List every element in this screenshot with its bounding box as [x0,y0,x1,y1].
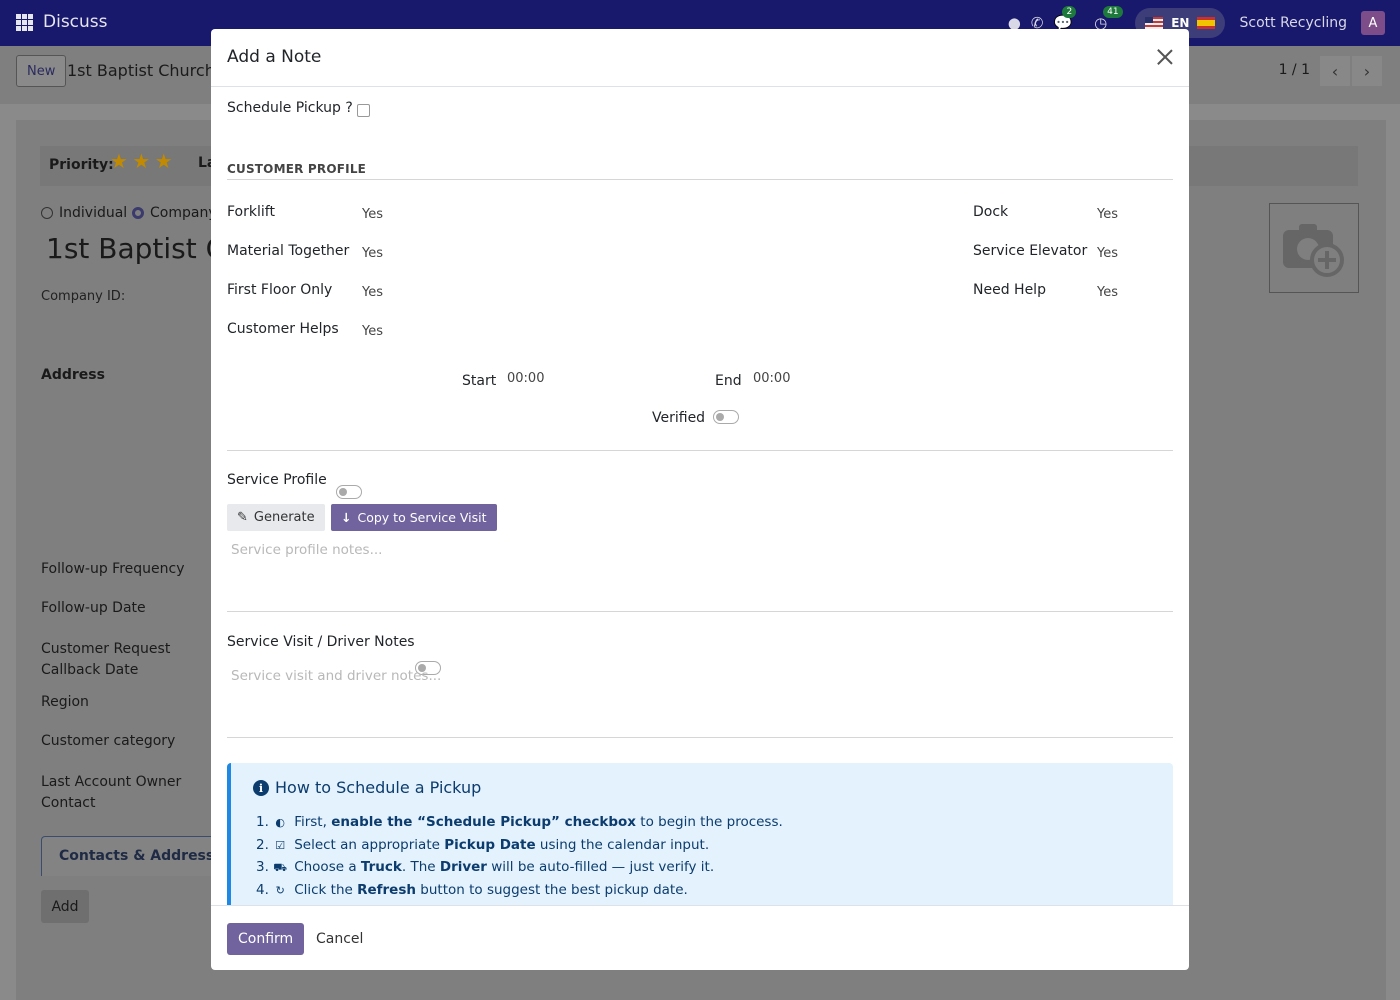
customer-helps-label: Customer Helps [227,321,339,337]
radio-icon[interactable] [41,207,53,219]
tab-contacts-addresses[interactable]: Contacts & Addresses [41,836,232,876]
field-label-customer-category: Customer category [41,733,176,749]
confirm-button[interactable]: Confirm [227,923,305,955]
info-title: How to Schedule a Pickup [275,778,482,797]
new-button[interactable]: New [16,55,67,87]
radio-individual[interactable]: Individual [41,205,127,221]
field-label-followup-date: Follow-up Date [41,600,146,616]
flag-us-icon [1145,17,1164,29]
copy-to-service-visit-button[interactable]: ↓ Copy to Service Visit [331,504,497,531]
how-to-info-box: i How to Schedule a Pickup 1. ◐ First, en… [227,763,1173,905]
need-help-value[interactable]: Yes [1097,285,1118,300]
need-help-label: Need Help [973,282,1046,298]
generate-button-label: Generate [253,510,315,525]
activity-badge: 41 [1103,6,1123,18]
star-icon[interactable]: ★ [132,149,150,173]
app-title[interactable]: Discuss [43,12,108,32]
close-icon[interactable] [1155,47,1175,67]
add-note-dialog: Add a Note Schedule Pickup ? CUSTOMER PR… [211,29,1189,970]
arrow-down-icon: ↓ [341,510,352,525]
user-avatar[interactable]: A [1361,11,1385,35]
magic-wand-icon: ✎ [237,510,248,525]
star-icon[interactable]: ★ [110,149,128,173]
radio-company[interactable]: Company [132,205,217,221]
priority-stars[interactable]: ★ ★ ★ [110,149,173,173]
section-divider [227,611,1173,612]
material-together-label: Material Together [227,243,350,259]
start-label: Start [462,373,497,389]
generate-button[interactable]: ✎ Generate [227,504,325,531]
copy-button-label: Copy to Service Visit [357,510,487,525]
verified-toggle[interactable] [713,410,739,424]
schedule-pickup-checkbox[interactable] [357,104,370,117]
schedule-pickup-label: Schedule Pickup ? [227,100,353,116]
first-floor-only-label: First Floor Only [227,282,333,298]
forklift-value[interactable]: Yes [362,207,383,222]
list-item: 1. ◐ First, enable the “Schedule Pickup” … [256,811,783,834]
list-item: 4. ↻ Click the Refresh button to suggest … [256,879,783,902]
dialog-header: Add a Note [211,29,1189,87]
chat-badge: 2 [1062,6,1077,18]
pager-value[interactable]: 1 / 1 [1279,62,1310,78]
address-label: Address [41,367,105,383]
service-visit-label: Service Visit / Driver Notes [227,634,415,650]
service-elevator-label: Service Elevator [973,243,1088,259]
cancel-button[interactable]: Cancel [316,923,363,955]
verified-label: Verified [652,410,706,426]
info-circle-icon: i [253,780,269,796]
customer-profile-title: CUSTOMER PROFILE [227,162,367,176]
dialog-title: Add a Note [227,47,322,67]
steps-list: 1. ◐ First, enable the “Schedule Pickup” … [256,811,783,902]
refresh-icon: ↻ [275,884,285,898]
pager-previous-button[interactable]: ‹ [1320,56,1350,86]
section-divider [227,737,1173,738]
service-profile-notes-input[interactable]: Service profile notes... [231,542,382,558]
language-code: EN [1171,16,1190,30]
truck-icon: ⛟ [273,861,288,875]
dialog-body: Schedule Pickup ? CUSTOMER PROFILE Forkl… [211,87,1189,905]
company-switcher[interactable]: Scott Recycling [1239,15,1347,31]
service-profile-toggle[interactable] [336,485,362,499]
first-floor-only-value[interactable]: Yes [362,285,383,300]
add-contact-button[interactable]: Add [41,890,89,923]
chevron-left-icon: ‹ [1331,61,1339,81]
calendar-check-icon: ☑ [275,838,286,852]
material-together-value[interactable]: Yes [362,246,383,261]
photo-upload[interactable] [1269,203,1359,293]
star-icon[interactable]: ★ [155,149,173,173]
chevron-right-icon: › [1363,61,1371,81]
dock-label: Dock [973,204,1009,220]
service-elevator-value[interactable]: Yes [1097,246,1118,261]
pager-next-button[interactable]: › [1352,56,1382,86]
field-label-last-account-owner: Last Account Owner Contact [41,774,182,811]
end-time-input[interactable]: 00:00 [753,371,790,386]
company-id-label: Company ID: [41,289,126,304]
list-item: 3. ⛟ Choose a Truck. The Driver will be a… [256,856,783,879]
list-item: 2. ☑ Select an appropriate Pickup Date us… [256,834,783,857]
tab-label: Contacts & Addresses [59,848,233,864]
toggle-icon: ◐ [275,816,285,829]
service-profile-label: Service Profile [227,472,327,488]
dialog-footer: Confirm Cancel [211,905,1189,970]
dock-value[interactable]: Yes [1097,207,1118,222]
section-divider [227,179,1173,180]
section-divider [227,450,1173,451]
field-label-callback-date: Customer Request Callback Date [41,641,171,678]
forklift-label: Forklift [227,204,275,220]
field-label-followup-frequency: Follow-up Frequency [41,561,185,577]
start-time-input[interactable]: 00:00 [507,371,544,386]
end-label: End [715,373,742,389]
radio-checked-icon[interactable] [132,207,144,219]
flag-es-icon [1197,17,1216,29]
service-visit-notes-input[interactable]: Service visit and driver notes... [231,668,441,684]
priority-label: Priority: [49,157,114,173]
field-label-region: Region [41,694,89,710]
customer-helps-value[interactable]: Yes [362,324,383,339]
apps-menu-icon[interactable] [16,14,33,31]
breadcrumb: 1st Baptist Church [67,61,215,80]
camera-plus-icon [1283,224,1344,277]
